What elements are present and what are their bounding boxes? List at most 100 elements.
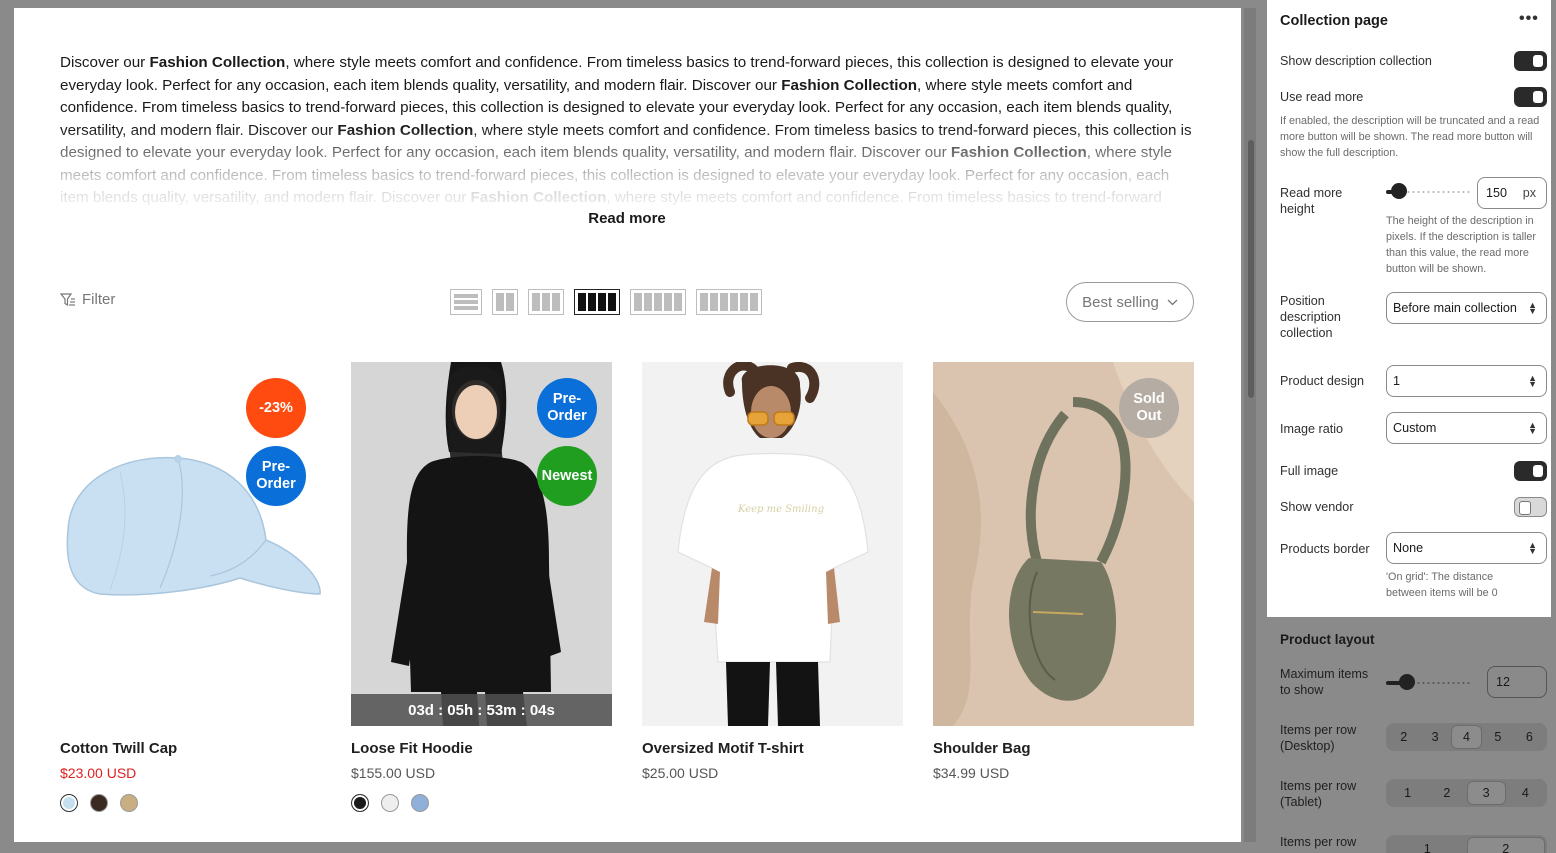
chevron-updown-icon: ▲ ▼: [1528, 300, 1537, 316]
color-swatch[interactable]: [90, 794, 108, 812]
product-card[interactable]: Sold Out Shoulder Bag $34.99 USD: [933, 362, 1194, 781]
color-swatches: [351, 794, 429, 812]
product-badge: -23%: [246, 378, 306, 438]
desktop-option-3[interactable]: 3: [1419, 725, 1450, 749]
desktop-option-4[interactable]: 4: [1450, 725, 1483, 749]
preview-scrollbar-thumb[interactable]: [1248, 140, 1254, 398]
desktop-option-2[interactable]: 2: [1388, 725, 1419, 749]
settings-panel: Collection page ••• Show description col…: [1267, 0, 1551, 617]
product-price: $155.00 USD: [351, 765, 436, 781]
items-per-row-desktop-label: Items per row (Desktop): [1280, 723, 1357, 753]
product-name[interactable]: Cotton Twill Cap: [60, 740, 177, 757]
product-image[interactable]: Pre- Order Newest 03d : 05h : 53m : 04s: [351, 362, 612, 726]
tablet-option-2[interactable]: 2: [1427, 781, 1466, 805]
read-more-height-input[interactable]: 150 px: [1477, 177, 1547, 209]
product-image[interactable]: Keep me Smiling: [642, 362, 903, 726]
color-swatch[interactable]: [381, 794, 399, 812]
products-border-label: Products border: [1280, 542, 1370, 556]
slider-knob[interactable]: [1390, 183, 1407, 199]
product-design-label: Product design: [1280, 374, 1365, 388]
items-per-row-mobile-label: Items per row: [1280, 835, 1357, 849]
grid-layout-icon: [532, 293, 560, 311]
layout-5-button[interactable]: [630, 289, 686, 315]
product-layout-section: Product layout Maximum items to show 12 …: [1267, 617, 1556, 853]
tablet-option-1[interactable]: 1: [1388, 781, 1427, 805]
filter-icon: [60, 292, 75, 306]
grid-layout-icon: [700, 293, 758, 311]
product-card[interactable]: Keep me Smiling Oversized Motif T-shirt …: [642, 362, 903, 781]
countdown-timer: 03d : 05h : 53m : 04s: [351, 694, 612, 726]
show-description-label: Show description collection: [1280, 54, 1432, 68]
tshirt-image: Keep me Smiling: [642, 362, 903, 726]
items-per-row-mobile-selector: 12: [1386, 835, 1547, 853]
read-more-height-label: Read more height: [1280, 186, 1343, 216]
color-swatch[interactable]: [351, 794, 369, 812]
items-per-row-desktop-selector: 23456: [1386, 723, 1547, 751]
tablet-option-3[interactable]: 3: [1466, 781, 1506, 805]
collection-name-highlight: Fashion Collection: [149, 54, 286, 71]
description-fade: [60, 128, 1200, 218]
grid-layout-icon: [496, 293, 514, 311]
product-name[interactable]: Shoulder Bag: [933, 740, 1031, 757]
desktop-option-6[interactable]: 6: [1514, 725, 1545, 749]
layout-2-button[interactable]: [492, 289, 518, 315]
product-image[interactable]: Sold Out: [933, 362, 1194, 726]
mobile-option-1[interactable]: 1: [1388, 837, 1467, 853]
layout-6-button[interactable]: [696, 289, 762, 315]
product-name[interactable]: Oversized Motif T-shirt: [642, 740, 804, 757]
max-items-input[interactable]: 12: [1487, 666, 1547, 698]
product-badge: Newest: [537, 446, 597, 506]
grid-layout-icon: [578, 293, 616, 311]
product-badge: Pre- Order: [246, 446, 306, 506]
products-border-value: None: [1393, 541, 1424, 555]
product-image[interactable]: -23% Pre- Order: [60, 362, 321, 726]
sort-select[interactable]: Best selling: [1066, 282, 1194, 322]
products-border-select[interactable]: None ▲ ▼: [1386, 532, 1547, 564]
read-more-button[interactable]: Read more: [574, 210, 680, 227]
store-preview: Discover our Fashion Collection, where s…: [14, 8, 1241, 842]
desktop-option-5[interactable]: 5: [1482, 725, 1513, 749]
read-more-height-help: The height of the description in pixels.…: [1386, 215, 1537, 275]
settings-title: Collection page: [1280, 13, 1388, 29]
product-name[interactable]: Loose Fit Hoodie: [351, 740, 473, 757]
product-design-value: 1: [1393, 374, 1401, 388]
product-badge: Pre- Order: [537, 378, 597, 438]
chevron-down-icon: [1167, 299, 1178, 305]
collection-name-highlight: Fashion Collection: [781, 76, 918, 94]
product-card[interactable]: -23% Pre- Order Cotton Twill Cap $23.00 U…: [60, 362, 321, 812]
read-more-height-slider[interactable]: [1386, 183, 1470, 199]
list-layout-icon: [454, 294, 478, 310]
mobile-option-2[interactable]: 2: [1466, 837, 1545, 853]
slider-knob[interactable]: [1399, 674, 1415, 690]
svg-text:Keep me Smiling: Keep me Smiling: [737, 504, 824, 515]
image-ratio-select[interactable]: Custom ▲ ▼: [1386, 412, 1547, 444]
use-read-more-toggle[interactable]: [1514, 87, 1547, 107]
color-swatch[interactable]: [120, 794, 138, 812]
show-vendor-toggle[interactable]: [1514, 497, 1547, 517]
tablet-option-4[interactable]: 4: [1506, 781, 1545, 805]
layout-list-button[interactable]: [450, 289, 482, 315]
max-items-value: 12: [1496, 675, 1511, 689]
max-items-slider[interactable]: [1386, 674, 1470, 690]
sort-label: Best selling: [1082, 293, 1159, 311]
more-options-icon[interactable]: •••: [1519, 10, 1539, 28]
image-ratio-label: Image ratio: [1280, 422, 1343, 436]
product-card[interactable]: Pre- Order Newest 03d : 05h : 53m : 04s Lo…: [351, 362, 612, 812]
product-design-select[interactable]: 1 ▲ ▼: [1386, 365, 1547, 397]
color-swatches: [60, 794, 138, 812]
show-vendor-label: Show vendor: [1280, 500, 1354, 514]
items-per-row-tablet-selector: 1234: [1386, 779, 1547, 807]
layout-4-button[interactable]: [574, 289, 620, 315]
full-image-toggle[interactable]: [1514, 461, 1547, 481]
position-description-label: Position description collection: [1280, 294, 1341, 340]
color-swatch[interactable]: [411, 794, 429, 812]
preview-scrollbar[interactable]: [1244, 8, 1256, 842]
filter-button[interactable]: Filter: [60, 291, 115, 308]
position-description-select[interactable]: Before main collection ▲ ▼: [1386, 292, 1547, 324]
items-per-row-tablet-label: Items per row (Tablet): [1280, 779, 1357, 809]
product-badge: Sold Out: [1119, 378, 1179, 438]
layout-3-button[interactable]: [528, 289, 564, 315]
color-swatch[interactable]: [60, 794, 78, 812]
max-items-label: Maximum items to show: [1280, 667, 1369, 697]
show-description-toggle[interactable]: [1514, 51, 1547, 71]
